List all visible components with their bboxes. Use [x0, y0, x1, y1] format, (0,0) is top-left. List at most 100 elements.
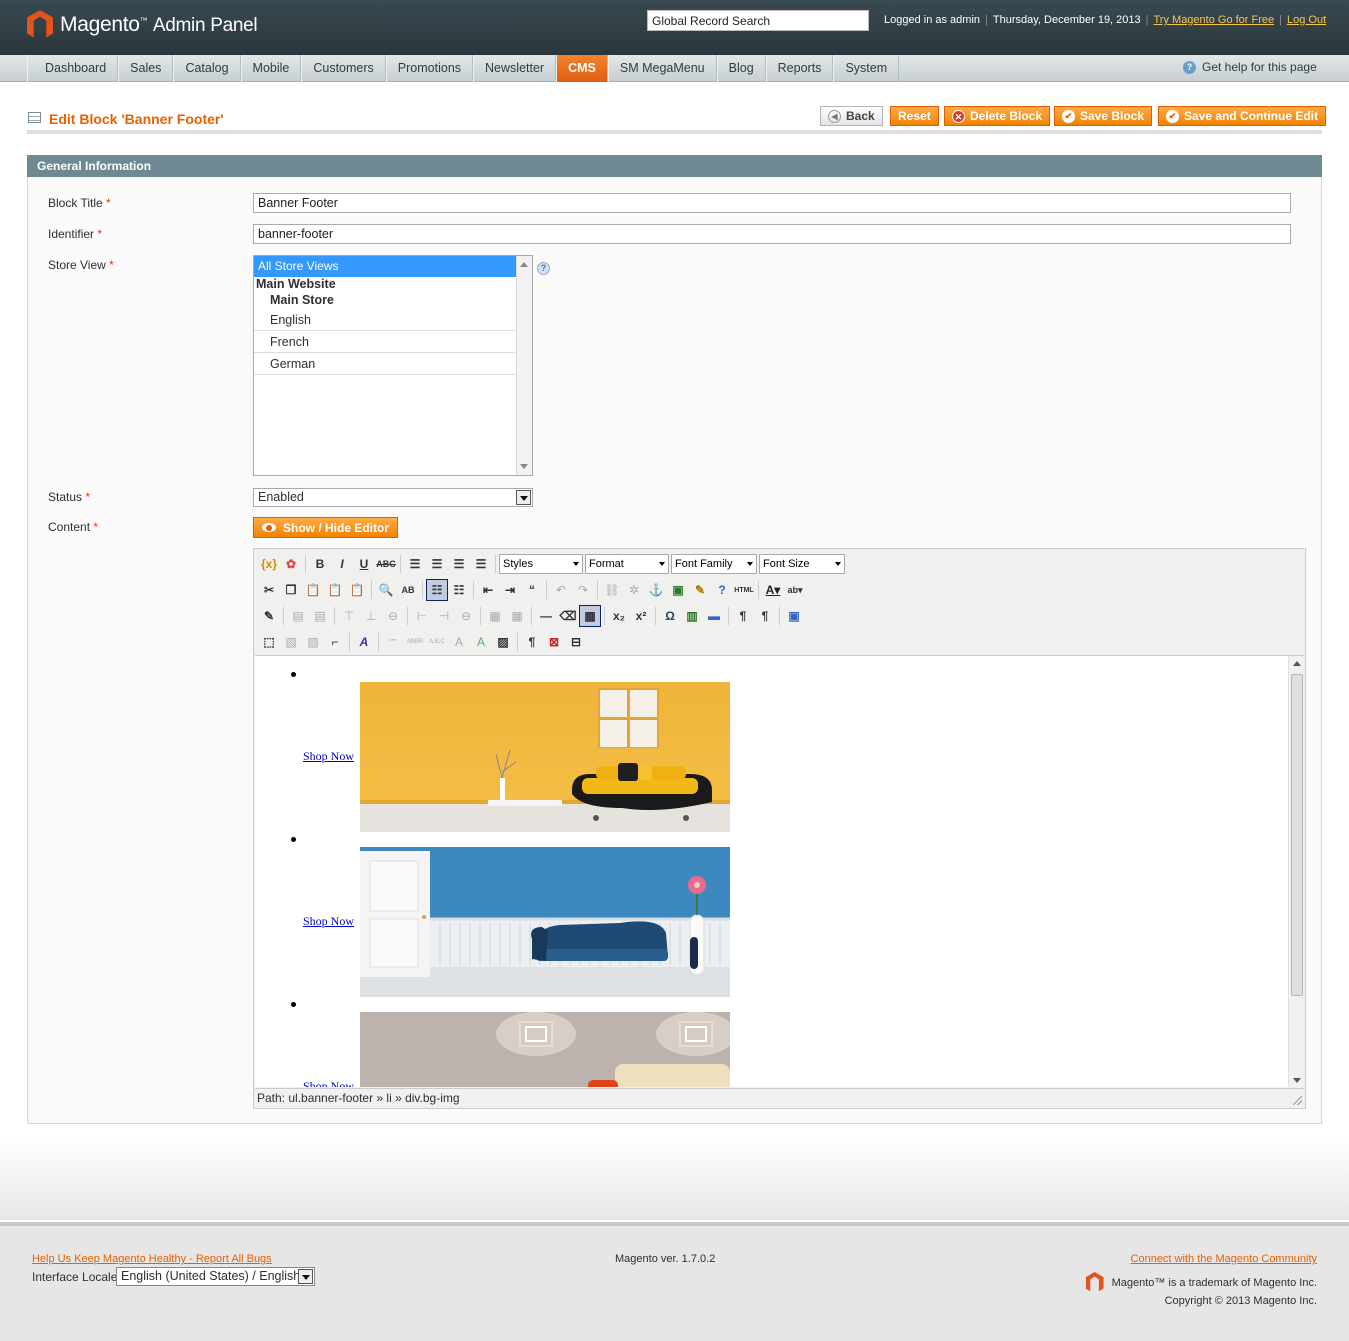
- nav-cms[interactable]: CMS: [556, 55, 608, 82]
- scroll-down-arrow-icon[interactable]: [1293, 1078, 1301, 1083]
- copy-icon[interactable]: ❐: [280, 579, 302, 601]
- nav-blog[interactable]: Blog: [716, 55, 766, 82]
- try-magento-go-link[interactable]: Try Magento Go for Free: [1154, 14, 1275, 26]
- store-view-multiselect[interactable]: All Store Views Main Website Main Store …: [253, 255, 533, 476]
- styles-select[interactable]: Styles: [499, 554, 583, 574]
- bold-icon[interactable]: B: [309, 553, 331, 575]
- row-before-icon[interactable]: ⊤: [338, 605, 360, 627]
- text-color-icon[interactable]: A▾: [762, 579, 784, 601]
- find-icon[interactable]: 🔍: [375, 579, 397, 601]
- resize-handle-icon[interactable]: [1293, 1096, 1302, 1105]
- banner-image-grey-room[interactable]: [360, 1012, 730, 1087]
- logout-link[interactable]: Log Out: [1287, 14, 1326, 26]
- horizontal-rule-icon[interactable]: —: [535, 605, 557, 627]
- nav-sm-megamenu[interactable]: SM MegaMenu: [607, 55, 717, 82]
- shop-now-link-2[interactable]: Shop Now: [303, 914, 354, 929]
- align-right-icon[interactable]: ☰: [448, 553, 470, 575]
- numbered-list-icon[interactable]: ☷: [448, 579, 470, 601]
- insert-widget-icon[interactable]: ✿: [280, 553, 302, 575]
- back-button[interactable]: ◀ Back: [820, 106, 883, 126]
- block-title-input[interactable]: Banner Footer: [253, 193, 1291, 213]
- nav-system[interactable]: System: [833, 55, 900, 82]
- connect-community-link[interactable]: Connect with the Magento Community: [1131, 1253, 1317, 1265]
- page-break-icon[interactable]: ⊟: [565, 631, 587, 653]
- remove-format-icon[interactable]: ⌫: [557, 605, 579, 627]
- blockquote-icon[interactable]: “: [521, 579, 543, 601]
- store-view-option-all[interactable]: All Store Views: [254, 256, 516, 277]
- identifier-input[interactable]: banner-footer: [253, 224, 1291, 244]
- format-select[interactable]: Format: [585, 554, 669, 574]
- align-left-icon[interactable]: ☰: [404, 553, 426, 575]
- global-search-input[interactable]: [647, 10, 869, 31]
- paste-icon[interactable]: 📋: [302, 579, 324, 601]
- delete-block-button[interactable]: ✕ Delete Block: [944, 106, 1051, 126]
- move-forward-icon[interactable]: ▧: [280, 631, 302, 653]
- rtl-icon[interactable]: ¶: [754, 605, 776, 627]
- font-size-select[interactable]: Font Size: [759, 554, 845, 574]
- unlink-icon[interactable]: ✲: [623, 579, 645, 601]
- scroll-thumb[interactable]: [1291, 674, 1303, 996]
- nav-catalog[interactable]: Catalog: [173, 55, 241, 82]
- ins-icon[interactable]: A: [470, 631, 492, 653]
- delete-row-icon[interactable]: ⊖: [382, 605, 404, 627]
- store-view-option-english[interactable]: English: [254, 309, 516, 331]
- underline-icon[interactable]: U: [353, 553, 375, 575]
- abbr-icon[interactable]: ABBR: [404, 631, 426, 653]
- cite-icon[interactable]: “””: [382, 631, 404, 653]
- nonbreaking-icon[interactable]: ⊠: [543, 631, 565, 653]
- show-hide-editor-button[interactable]: Show / Hide Editor: [253, 517, 399, 538]
- banner-image-yellow-sofa[interactable]: [360, 682, 730, 832]
- align-center-icon[interactable]: ☰: [426, 553, 448, 575]
- status-select[interactable]: Enabled: [253, 488, 533, 507]
- save-block-button[interactable]: ✔ Save Block: [1054, 106, 1153, 126]
- scroll-up-arrow-icon[interactable]: [520, 262, 528, 267]
- help-editor-icon[interactable]: ?: [711, 579, 733, 601]
- store-view-help-icon[interactable]: ?: [537, 262, 550, 275]
- table-cell-props-icon[interactable]: ▤: [309, 605, 331, 627]
- superscript-icon[interactable]: x²: [630, 605, 652, 627]
- special-char-icon[interactable]: Ω: [659, 605, 681, 627]
- interface-locale-select[interactable]: English (United States) / English: [116, 1267, 315, 1286]
- absolute-position-icon[interactable]: ⌐: [324, 631, 346, 653]
- redo-icon[interactable]: ↷: [572, 579, 594, 601]
- subscript-icon[interactable]: x₂: [608, 605, 630, 627]
- store-view-option-german[interactable]: German: [254, 353, 516, 375]
- acronym-icon[interactable]: A.B.C: [426, 631, 448, 653]
- show-blocks-icon[interactable]: ¶: [521, 631, 543, 653]
- magento-logo[interactable]: Magento™ Admin Panel: [27, 10, 258, 40]
- col-before-icon[interactable]: ⊢: [411, 605, 433, 627]
- replace-icon[interactable]: AB: [397, 579, 419, 601]
- advanced-hr-icon[interactable]: ▬: [703, 605, 725, 627]
- cut-icon[interactable]: ✂: [258, 579, 280, 601]
- strikethrough-icon[interactable]: ABC: [375, 553, 397, 575]
- chevron-down-icon[interactable]: [516, 490, 531, 505]
- store-view-option-french[interactable]: French: [254, 331, 516, 353]
- shop-now-link-1[interactable]: Shop Now: [303, 749, 354, 764]
- attribs-icon[interactable]: ▨: [492, 631, 514, 653]
- italic-icon[interactable]: I: [331, 553, 353, 575]
- font-family-select[interactable]: Font Family: [671, 554, 757, 574]
- paste-word-icon[interactable]: 📋: [346, 579, 368, 601]
- background-color-icon[interactable]: ab▾: [784, 579, 806, 601]
- edit-css-style-icon[interactable]: ✎: [258, 605, 280, 627]
- align-justify-icon[interactable]: ☰: [470, 553, 492, 575]
- html-source-icon[interactable]: HTML: [733, 579, 755, 601]
- banner-image-blue-sofa[interactable]: [360, 847, 730, 997]
- merge-cells-icon[interactable]: ▦: [506, 605, 528, 627]
- link-icon[interactable]: ⛓: [601, 579, 623, 601]
- shop-now-link-3[interactable]: Shop Now: [303, 1079, 354, 1087]
- style-props-icon[interactable]: A: [353, 631, 375, 653]
- row-after-icon[interactable]: ⊥: [360, 605, 382, 627]
- store-view-scrollbar[interactable]: [516, 256, 532, 475]
- anchor-icon[interactable]: ⚓: [645, 579, 667, 601]
- paste-text-icon[interactable]: 📋: [324, 579, 346, 601]
- reset-button[interactable]: Reset: [890, 106, 939, 126]
- save-continue-button[interactable]: ✔ Save and Continue Edit: [1158, 106, 1327, 126]
- insert-variable-icon[interactable]: {x}: [258, 553, 280, 575]
- indent-icon[interactable]: ⇥: [499, 579, 521, 601]
- nav-promotions[interactable]: Promotions: [385, 55, 474, 82]
- outdent-icon[interactable]: ⇤: [477, 579, 499, 601]
- report-bugs-link[interactable]: Help Us Keep Magento Healthy - Report Al…: [32, 1253, 272, 1265]
- insert-layer-icon[interactable]: ⬚: [258, 631, 280, 653]
- nav-mobile[interactable]: Mobile: [240, 55, 302, 82]
